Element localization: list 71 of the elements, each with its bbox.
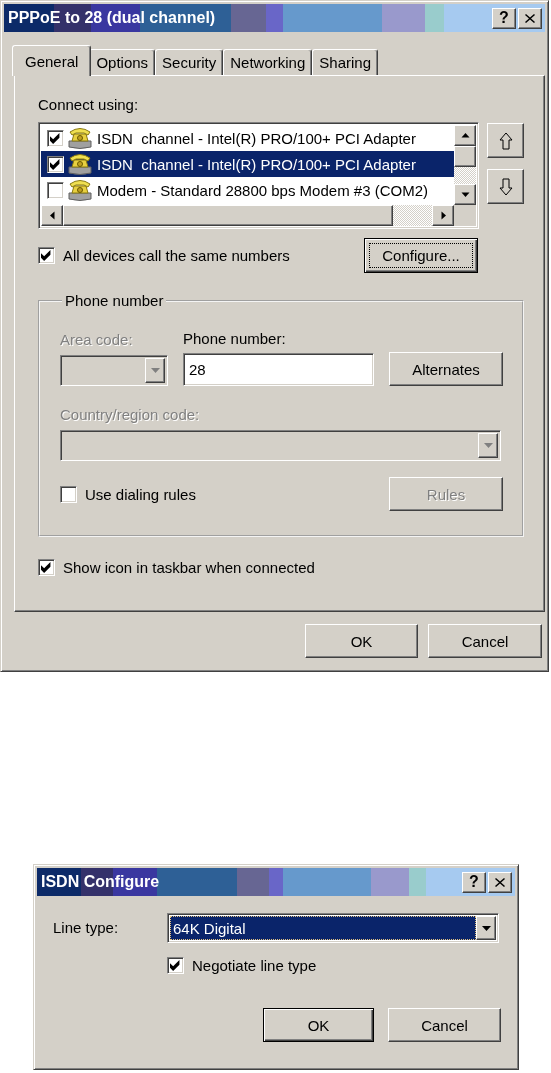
list-item-label: ISDN channel - Intel(R) PRO/100+ PCI Adapter: [97, 155, 416, 173]
checkbox[interactable]: [167, 957, 184, 974]
ok-button[interactable]: OK: [305, 624, 418, 658]
list-item[interactable]: Modem - Standard 28800 bps Modem #3 (COM2): [41, 177, 454, 203]
check-icon: [41, 250, 52, 261]
telephone-icon: [67, 178, 93, 202]
checkbox-label: All devices call the same numbers: [63, 247, 290, 264]
check-icon: [170, 960, 181, 971]
close-button[interactable]: [518, 7, 542, 29]
list-item-label: ISDN channel - Intel(R) PRO/100+ PCI Adapter: [97, 129, 416, 147]
list-item[interactable]: ISDN channel - Intel(R) PRO/100+ PCI Adapter: [41, 125, 454, 151]
checkbox[interactable]: [60, 485, 77, 503]
telephone-icon: [67, 126, 93, 150]
scroll-right-button[interactable]: [432, 205, 454, 226]
group-title: Phone number: [65, 292, 164, 310]
help-button[interactable]: ?: [462, 871, 486, 893]
tab[interactable]: Options: [89, 49, 156, 75]
down-arrow-icon: [481, 925, 491, 931]
window-title: PPPoE to 28 (dual channel): [8, 9, 217, 27]
down-arrow-icon: [498, 177, 513, 196]
help-button[interactable]: ?: [492, 7, 516, 29]
check-icon: [50, 132, 61, 144]
cancel-button[interactable]: Cancel: [388, 1008, 501, 1042]
phone-number-field[interactable]: 28: [183, 353, 374, 386]
tab[interactable]: Sharing: [312, 49, 378, 75]
dropdown-value: 64K Digital: [170, 916, 476, 940]
checkbox-label: Negotiate line type: [192, 957, 317, 974]
scroll-thumb[interactable]: [454, 146, 476, 167]
checkbox[interactable]: [47, 181, 64, 199]
check-icon: [50, 158, 61, 170]
window-title: ISDN Configure: [41, 873, 161, 891]
close-icon: [525, 13, 535, 23]
down-arrow-icon: [150, 368, 160, 373]
scrollbar-corner: [454, 205, 476, 226]
alternates-button[interactable]: Alternates: [389, 352, 503, 386]
move-up-button[interactable]: [487, 123, 524, 158]
scroll-down-icon: [460, 190, 470, 199]
move-down-button[interactable]: [487, 169, 524, 204]
scroll-up-button[interactable]: [454, 125, 476, 146]
scroll-up-icon: [460, 131, 470, 140]
scroll-down-button[interactable]: [454, 184, 476, 205]
cancel-button[interactable]: Cancel: [428, 624, 542, 658]
dropdown[interactable]: 64K Digital: [167, 913, 499, 943]
telephone-icon: [67, 152, 93, 176]
up-arrow-icon: [498, 131, 513, 150]
down-arrow-icon: [483, 443, 493, 448]
tab[interactable]: Security: [155, 49, 224, 75]
dropdown-arrow-button[interactable]: [476, 916, 496, 940]
tab[interactable]: General: [12, 45, 92, 76]
scroll-thumb[interactable]: [63, 205, 393, 226]
checkbox[interactable]: [47, 155, 64, 173]
configure-button[interactable]: Configure...: [364, 238, 478, 273]
scroll-left-icon: [47, 211, 57, 220]
checkbox[interactable]: [38, 559, 55, 576]
close-icon: [495, 877, 505, 887]
checkbox[interactable]: [38, 247, 55, 264]
list-item-label: Modem - Standard 28800 bps Modem #3 (COM2): [97, 181, 428, 199]
ok-button[interactable]: OK: [263, 1008, 374, 1042]
label: Country/region code:: [60, 406, 201, 424]
checkbox-label: Show icon in taskbar when connected: [63, 559, 315, 576]
scroll-left-button[interactable]: [41, 205, 63, 226]
check-icon: [41, 562, 52, 573]
label: Connect using:: [38, 96, 140, 114]
checkbox[interactable]: [47, 129, 64, 147]
tab[interactable]: Networking: [223, 49, 313, 75]
checkbox-label: Use dialing rules: [85, 485, 196, 503]
close-button[interactable]: [488, 871, 512, 893]
label: Line type:: [53, 919, 120, 937]
list-item[interactable]: ISDN channel - Intel(R) PRO/100+ PCI Adapter: [41, 151, 454, 177]
label: Phone number:: [183, 330, 287, 348]
label: Area code:: [60, 331, 134, 349]
